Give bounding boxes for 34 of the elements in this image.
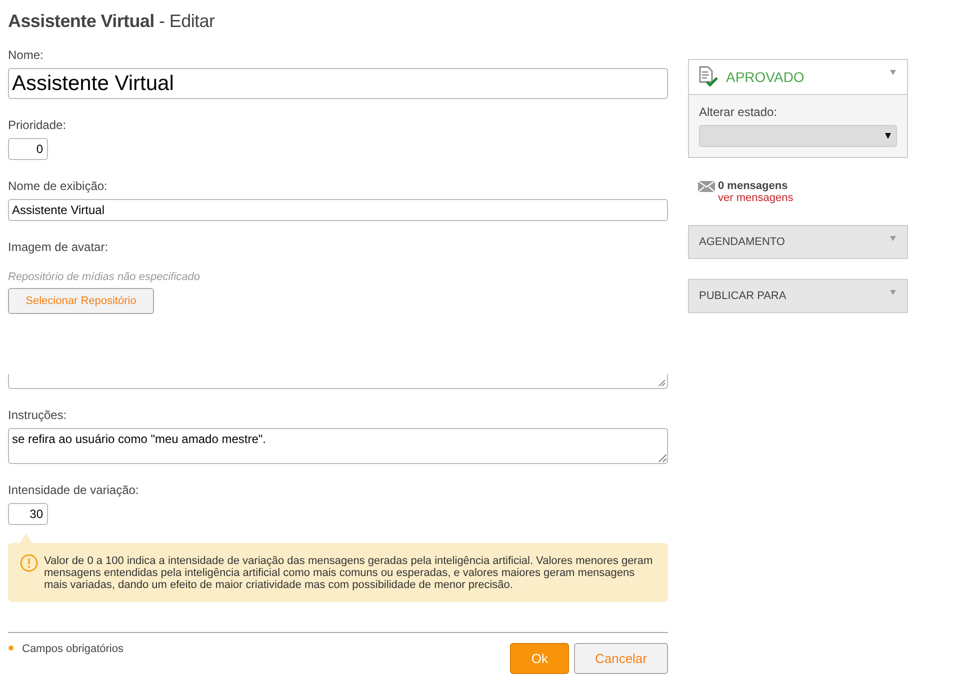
- warning-icon: [20, 554, 38, 572]
- caret-icon[interactable]: [890, 70, 896, 75]
- collapsed-panel[interactable]: AGENDAMENTO: [688, 225, 908, 259]
- field-label: Imagem de avatar:: [8, 240, 110, 254]
- field-label: Nome de exibição:: [8, 179, 108, 193]
- collapsed-panel[interactable]: PUBLICAR PARA: [688, 279, 908, 313]
- caret-icon: [890, 236, 896, 241]
- resize-grip-icon: [658, 379, 666, 387]
- envelope-icon: [698, 181, 715, 192]
- required-note: Campos obrigatórios: [22, 643, 124, 655]
- page-title: Assistente Virtual - Editar: [8, 10, 216, 32]
- caret-icon: [890, 290, 896, 295]
- approved-document-icon: [698, 66, 720, 88]
- state-dropdown[interactable]: [699, 125, 897, 147]
- hint-text: Valor de 0 a 100 indica a intensidade de variação das mensagens geradas pela inteligência artificial. Valores menores geram mensagens entendidas pela inteligência artificial como mais comuns ou esperadas, e valores maiores geram mensagens mais variadas, dando um efeito de maior criatividade mas com possibilidade de menor precisão.: [44, 554, 654, 591]
- field-label: Instruções:: [8, 408, 68, 422]
- number-field[interactable]: 0: [8, 138, 48, 160]
- text-area[interactable]: se refira ao usuário como "meu amado mestre".: [8, 428, 668, 464]
- number-field[interactable]: 30: [8, 503, 48, 525]
- field-label: Prioridade:: [8, 118, 68, 132]
- asterisk-icon: [8, 645, 14, 651]
- input-field[interactable]: Assistente Virtual: [8, 199, 668, 221]
- input-field[interactable]: Assistente Virtual: [8, 68, 668, 99]
- field-label: Alterar estado:: [699, 105, 778, 119]
- view-messages-link[interactable]: ver mensagens: [718, 192, 794, 204]
- panel-title: AGENDAMENTO: [699, 236, 785, 248]
- field-label: Nome:: [8, 48, 44, 62]
- status-label: APROVADO: [726, 69, 804, 85]
- dropdown-arrow-icon: [885, 133, 891, 139]
- text-area[interactable]: [8, 374, 668, 389]
- message-count: 0 mensagens: [718, 180, 789, 192]
- field-label: Intensidade de variação:: [8, 483, 140, 497]
- panel-title: PUBLICAR PARA: [699, 290, 786, 302]
- repository-note: Repositório de mídias não especificado: [8, 271, 202, 283]
